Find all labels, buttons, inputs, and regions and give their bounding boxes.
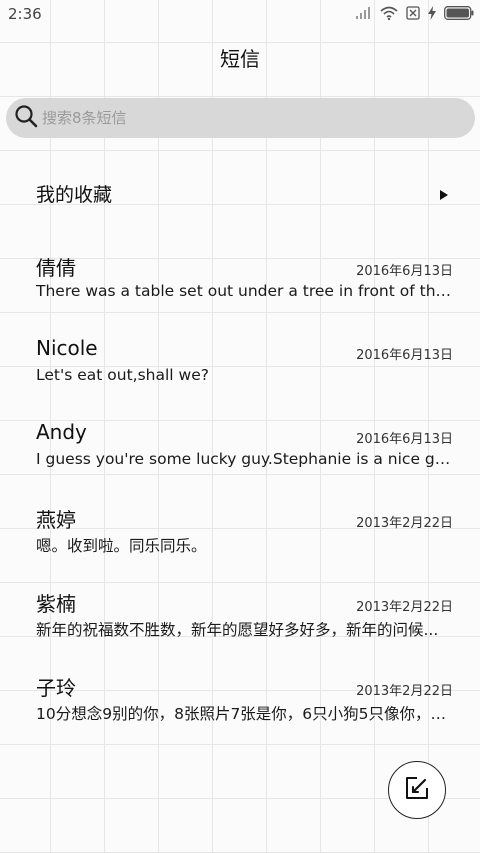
favorites-row[interactable]: 我的收藏 xyxy=(0,168,480,218)
message-date: 2013年2月22日 xyxy=(356,684,453,699)
conversation-item[interactable]: 紫楠 2013年2月22日 新年的祝福数不胜数，新年的愿望好多好多，新年的问候.… xyxy=(0,586,480,670)
message-date: 2016年6月13日 xyxy=(356,348,453,363)
conversation-item[interactable]: Nicole 2016年6月13日 Let's eat out,shall we… xyxy=(0,334,480,418)
message-preview: Let's eat out,shall we? xyxy=(36,366,209,384)
contact-name: 倩倩 xyxy=(36,256,76,280)
message-date: 2013年2月22日 xyxy=(356,516,453,531)
contact-name: Andy xyxy=(36,420,87,444)
compose-button[interactable] xyxy=(388,761,446,819)
conversation-item[interactable]: Andy 2016年6月13日 I guess you're some luck… xyxy=(0,418,480,502)
conversation-item[interactable]: 子玲 2013年2月22日 10分想念9别的你，8张照片7张是你，6只小狗5只像… xyxy=(0,670,480,754)
search-input[interactable] xyxy=(42,109,442,127)
search-bar[interactable] xyxy=(6,98,475,138)
message-date: 2013年2月22日 xyxy=(356,600,453,615)
message-preview: 新年的祝福数不胜数，新年的愿望好多好多，新年的问候... xyxy=(36,621,439,639)
arrow-right-icon xyxy=(440,185,448,204)
wifi-icon xyxy=(380,6,398,20)
charging-icon xyxy=(428,6,436,20)
search-icon xyxy=(14,104,38,132)
signal-icon xyxy=(356,7,372,19)
message-preview: There was a table set out under a tree i… xyxy=(36,282,454,300)
conversation-item[interactable]: 燕婷 2013年2月22日 嗯。收到啦。同乐同乐。 xyxy=(0,502,480,586)
contact-name: Nicole xyxy=(36,336,98,360)
conversation-item[interactable]: 倩倩 2016年6月13日 There was a table set out … xyxy=(0,250,480,334)
no-sim-icon xyxy=(406,6,420,20)
page-title: 短信 xyxy=(220,47,260,71)
conversation-list: 倩倩 2016年6月13日 There was a table set out … xyxy=(0,250,480,754)
battery-icon xyxy=(444,6,474,20)
status-icons xyxy=(356,6,474,20)
compose-icon xyxy=(405,776,429,804)
status-time: 2:36 xyxy=(8,5,42,23)
message-date: 2016年6月13日 xyxy=(356,264,453,279)
contact-name: 紫楠 xyxy=(36,592,76,616)
message-preview: 10分想念9别的你，8张照片7张是你，6只小狗5只像你，4... xyxy=(36,705,454,723)
contact-name: 燕婷 xyxy=(36,508,76,532)
message-preview: 嗯。收到啦。同乐同乐。 xyxy=(36,537,207,555)
status-bar: 2:36 xyxy=(0,0,480,28)
message-date: 2016年6月13日 xyxy=(356,432,453,447)
contact-name: 子玲 xyxy=(36,676,76,700)
message-preview: I guess you're some lucky guy.Stephanie … xyxy=(36,450,454,468)
favorites-label: 我的收藏 xyxy=(36,184,113,206)
